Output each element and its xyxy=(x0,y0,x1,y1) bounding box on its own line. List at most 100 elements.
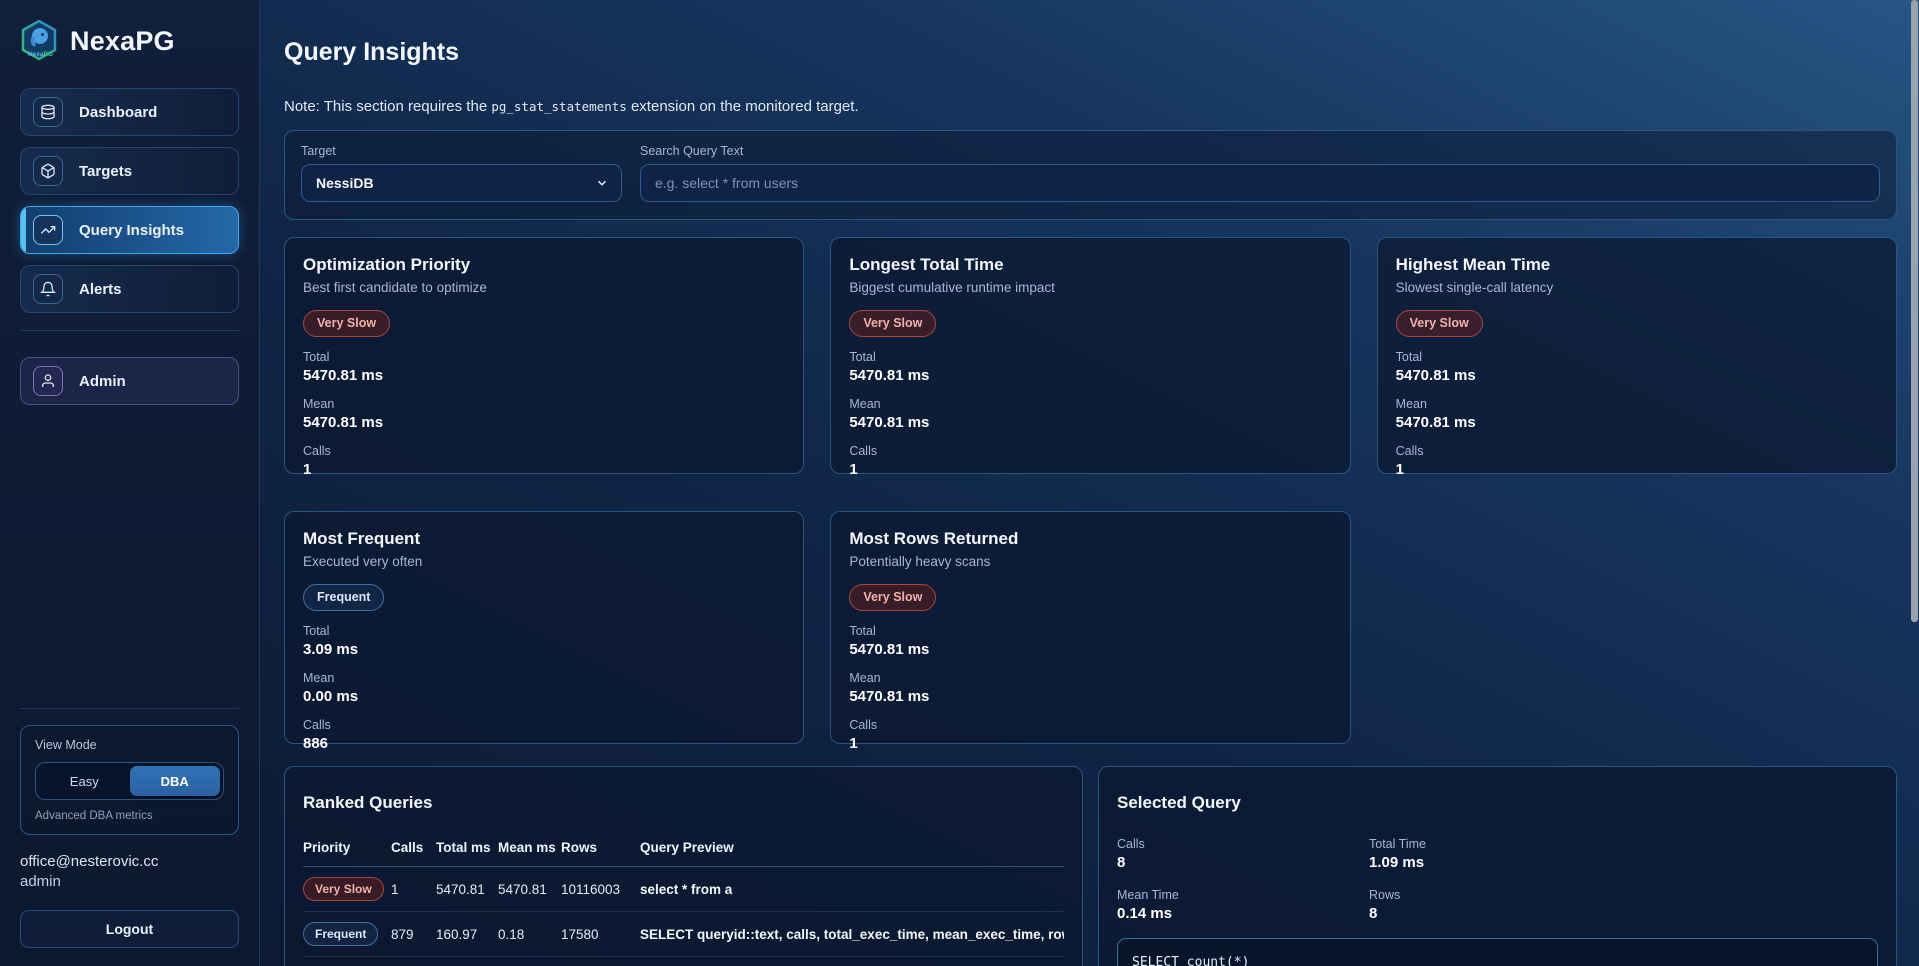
sidebar-item-alerts[interactable]: Alerts xyxy=(20,265,239,313)
search-input[interactable] xyxy=(640,164,1880,202)
sidebar-bottom: View Mode Easy DBA Advanced DBA metrics … xyxy=(20,708,239,948)
panel-title: Selected Query xyxy=(1117,793,1878,813)
stat-value: 5470.81 ms xyxy=(849,641,1331,658)
stat-cell: Mean Time 0.14 ms xyxy=(1117,888,1369,922)
stat-label: Calls xyxy=(849,718,1331,732)
note-text: extension on the monitored target. xyxy=(627,98,859,115)
selected-query-sql: SELECT count(*) xyxy=(1117,938,1878,966)
main-content: Query Insights Note: This section requir… xyxy=(260,0,1919,966)
stat-value: 1.09 ms xyxy=(1369,854,1878,871)
card-subtitle: Best first candidate to optimize xyxy=(303,280,785,295)
column-header: Priority xyxy=(303,840,391,867)
stat-value: 1 xyxy=(849,735,1331,752)
stat-label: Mean xyxy=(849,671,1331,685)
stat-value: 0.00 ms xyxy=(303,688,785,705)
stat-value: 5470.81 ms xyxy=(303,367,785,384)
card-subtitle: Potentially heavy scans xyxy=(849,554,1331,569)
stat-label: Total Time xyxy=(1369,837,1878,851)
stat-value: 5470.81 ms xyxy=(303,414,785,431)
card-subtitle: Executed very often xyxy=(303,554,785,569)
target-field: Target NessiDB xyxy=(301,144,622,202)
table-row[interactable]: Very Slow 1 5470.81 5470.81 10116003 sel… xyxy=(303,867,1064,912)
stat-cell: Total Time 1.09 ms xyxy=(1369,837,1878,871)
stat-value: 5470.81 ms xyxy=(849,414,1331,431)
sidebar: NexaPG NexaPG Dashboard Targets Query In… xyxy=(0,0,260,966)
sidebar-item-label: Dashboard xyxy=(79,104,157,121)
brand-name: NexaPG xyxy=(70,26,175,57)
sidebar-divider xyxy=(20,330,239,331)
stat-label: Calls xyxy=(1117,837,1369,851)
stat-value: 1 xyxy=(303,461,785,478)
user-icon xyxy=(33,366,63,396)
status-badge: Very Slow xyxy=(849,584,936,611)
user-email: office@nesterovic.cc xyxy=(20,853,239,870)
selected-query-stats: Calls 8 Total Time 1.09 ms Mean Time 0.1… xyxy=(1117,837,1878,922)
status-badge: Very Slow xyxy=(303,310,390,337)
stat-label: Calls xyxy=(303,444,785,458)
target-select[interactable]: NessiDB xyxy=(301,164,622,202)
stat-label: Mean xyxy=(1396,397,1878,411)
sidebar-item-label: Alerts xyxy=(79,281,122,298)
bell-icon xyxy=(33,274,63,304)
target-select-value: NessiDB xyxy=(316,175,374,191)
view-mode-easy-button[interactable]: Easy xyxy=(39,766,130,796)
app-logo-icon: NexaPG xyxy=(20,20,58,62)
ranked-queries-table: Priority Calls Total ms Mean ms Rows Que… xyxy=(303,840,1064,957)
sidebar-item-dashboard[interactable]: Dashboard xyxy=(20,88,239,136)
stat-label: Calls xyxy=(303,718,785,732)
card-subtitle: Biggest cumulative runtime impact xyxy=(849,280,1331,295)
sidebar-item-label: Query Insights xyxy=(79,222,184,239)
status-badge: Frequent xyxy=(303,584,384,611)
view-mode-dba-button[interactable]: DBA xyxy=(130,766,221,796)
cell-calls: 1 xyxy=(391,867,436,912)
stat-value: 5470.81 ms xyxy=(849,688,1331,705)
ranked-queries-panel: Ranked Queries Priority Calls Total ms M… xyxy=(284,766,1083,966)
column-header: Rows xyxy=(561,840,640,867)
column-header: Calls xyxy=(391,840,436,867)
cell-rows: 17580 xyxy=(561,912,640,957)
stat-label: Calls xyxy=(849,444,1331,458)
stat-value: 8 xyxy=(1369,905,1878,922)
cell-query-preview: SELECT queryid::text, calls, total_exec_… xyxy=(640,912,1064,957)
sidebar-item-query-insights[interactable]: Query Insights xyxy=(20,206,239,254)
sidebar-item-admin[interactable]: Admin xyxy=(20,357,239,405)
stat-label: Total xyxy=(849,624,1331,638)
cube-icon xyxy=(33,156,63,186)
view-mode-box: View Mode Easy DBA Advanced DBA metrics xyxy=(20,725,239,835)
sidebar-item-label: Targets xyxy=(79,163,132,180)
note-code: pg_stat_statements xyxy=(491,99,626,114)
card-title: Most Frequent xyxy=(303,529,785,549)
metric-cards-row-1: Optimization Priority Best first candida… xyxy=(284,237,1897,474)
note-text: Note: This section requires the xyxy=(284,98,491,115)
card-title: Most Rows Returned xyxy=(849,529,1331,549)
status-badge: Very Slow xyxy=(1396,310,1483,337)
user-role: admin xyxy=(20,873,239,890)
cell-total-ms: 5470.81 xyxy=(436,867,498,912)
column-header: Total ms xyxy=(436,840,498,867)
stat-cell: Calls 8 xyxy=(1117,837,1369,871)
database-icon xyxy=(33,97,63,127)
target-label: Target xyxy=(301,144,622,158)
cell-calls: 879 xyxy=(391,912,436,957)
status-badge: Very Slow xyxy=(849,310,936,337)
svg-text:NexaPG: NexaPG xyxy=(28,51,53,58)
search-field: Search Query Text xyxy=(640,144,1880,202)
card-most-frequent: Most Frequent Executed very often Freque… xyxy=(284,511,804,744)
stat-value: 8 xyxy=(1117,854,1369,871)
trend-chart-icon xyxy=(33,215,63,245)
sidebar-item-targets[interactable]: Targets xyxy=(20,147,239,195)
cell-mean-ms: 5470.81 xyxy=(498,867,561,912)
sidebar-divider xyxy=(20,708,239,709)
column-header: Query Preview xyxy=(640,840,1064,867)
panel-title: Ranked Queries xyxy=(303,793,1064,813)
stat-label: Mean xyxy=(849,397,1331,411)
stat-value: 1 xyxy=(1396,461,1878,478)
vertical-scrollbar-thumb[interactable] xyxy=(1911,0,1918,622)
view-mode-toggle: Easy DBA xyxy=(35,762,224,800)
stat-value: 886 xyxy=(303,735,785,752)
cell-rows: 10116003 xyxy=(561,867,640,912)
logout-button[interactable]: Logout xyxy=(20,910,239,948)
card-optimization-priority: Optimization Priority Best first candida… xyxy=(284,237,804,474)
table-row[interactable]: Frequent 879 160.97 0.18 17580 SELECT qu… xyxy=(303,912,1064,957)
cell-mean-ms: 0.18 xyxy=(498,912,561,957)
